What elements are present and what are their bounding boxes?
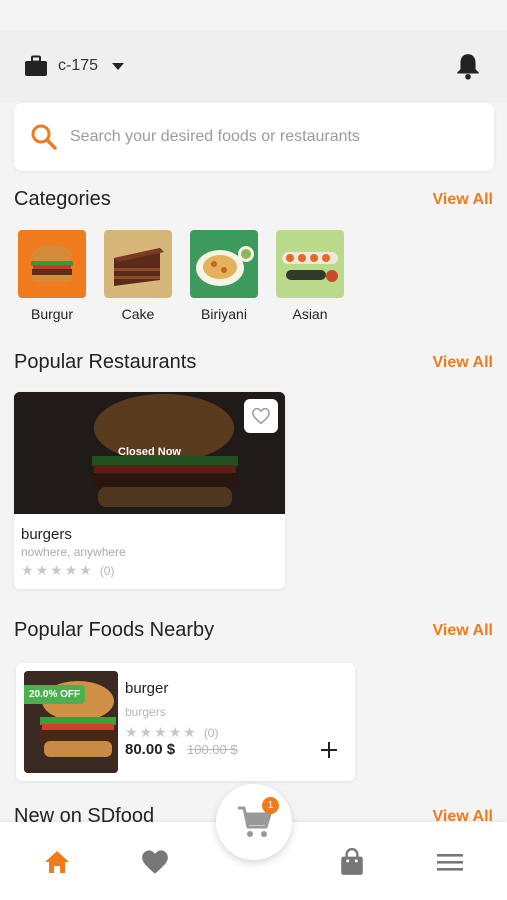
menu-icon[interactable] [435, 847, 465, 877]
popular-restaurants-title: Popular Restaurants [14, 351, 197, 373]
rating-stars: ★ ★ ★ ★ ★ (0) [21, 562, 278, 579]
closed-status: Closed Now [118, 446, 181, 458]
location-label: c-175 [58, 57, 99, 74]
category-label: Biriyani [201, 306, 247, 322]
heart-icon[interactable] [140, 847, 170, 877]
food-old-price: 100.00 $ [187, 742, 238, 757]
category-item-biriyani[interactable]: Biriyani [190, 230, 258, 322]
rating-count: (0) [203, 725, 219, 740]
shopping-bag-icon[interactable] [337, 847, 367, 877]
rating-stars: ★ ★ ★ ★ ★ (0) [125, 724, 218, 741]
status-bar [0, 0, 507, 30]
burger-image [18, 230, 86, 298]
popular-foods-view-all[interactable]: View All [433, 622, 493, 640]
categories-title: Categories [14, 188, 111, 210]
categories-header: Categories View All [14, 188, 493, 211]
food-name: burger [125, 680, 169, 697]
star-icon: ★ [79, 562, 92, 578]
restaurant-image: Closed Now [14, 392, 285, 514]
heart-outline-icon [252, 407, 270, 425]
category-item-asian[interactable]: Asian [276, 230, 344, 322]
categories-view-all[interactable]: View All [433, 191, 493, 209]
top-bar: c-175 [0, 30, 507, 102]
food-restaurant: burgers [125, 705, 166, 719]
restaurant-address: nowhere, anywhere [21, 545, 126, 559]
briefcase-icon [25, 55, 47, 76]
popular-foods-header: Popular Foods Nearby View All [14, 619, 493, 642]
restaurant-card[interactable]: Closed Now burgers nowhere, anywhere ★ ★… [14, 392, 285, 589]
search-placeholder: Search your desired foods or restaurants [70, 128, 360, 145]
category-label: Asian [292, 306, 328, 322]
category-label: Cake [121, 306, 155, 322]
search-icon [31, 124, 57, 150]
star-icon: ★ [64, 562, 78, 578]
star-icon: ★ [21, 562, 34, 578]
cake-image [104, 230, 172, 298]
favorite-button[interactable] [244, 399, 278, 433]
star-icon: ★ [139, 724, 153, 740]
add-to-cart-button[interactable] [319, 737, 339, 765]
category-list: Burgur Cake Biriyani Asian [18, 230, 344, 322]
home-icon[interactable] [42, 847, 72, 877]
rating-count: (0) [99, 563, 115, 578]
discount-badge: 20.0% OFF [24, 685, 86, 704]
popular-restaurants-header: Popular Restaurants View All [14, 351, 493, 374]
star-icon: ★ [35, 562, 49, 578]
location-selector[interactable]: c-175 [24, 55, 125, 77]
category-item-burgur[interactable]: Burgur [18, 230, 86, 322]
restaurant-name: burgers [21, 526, 72, 543]
category-label: Burgur [30, 306, 74, 322]
star-icon: ★ [168, 724, 182, 740]
category-item-cake[interactable]: Cake [104, 230, 172, 322]
biriyani-image [190, 230, 258, 298]
popular-foods-title: Popular Foods Nearby [14, 619, 215, 641]
food-card[interactable]: 20.0% OFF burger burgers ★ ★ ★ ★ ★ (0) 8… [16, 663, 355, 781]
cart-button[interactable]: 1 [216, 784, 292, 860]
food-price: 80.00 $ [125, 741, 176, 758]
asian-food-image [276, 230, 344, 298]
star-icon: ★ [154, 724, 167, 740]
bell-icon[interactable] [455, 52, 481, 80]
star-icon: ★ [125, 724, 138, 740]
search-input[interactable]: Search your desired foods or restaurants [14, 103, 494, 171]
cart-badge: 1 [262, 797, 279, 814]
star-icon: ★ [50, 562, 63, 578]
chevron-down-icon [112, 62, 125, 70]
star-icon: ★ [183, 724, 196, 740]
plus-icon [321, 742, 337, 758]
popular-restaurants-view-all[interactable]: View All [433, 354, 493, 372]
